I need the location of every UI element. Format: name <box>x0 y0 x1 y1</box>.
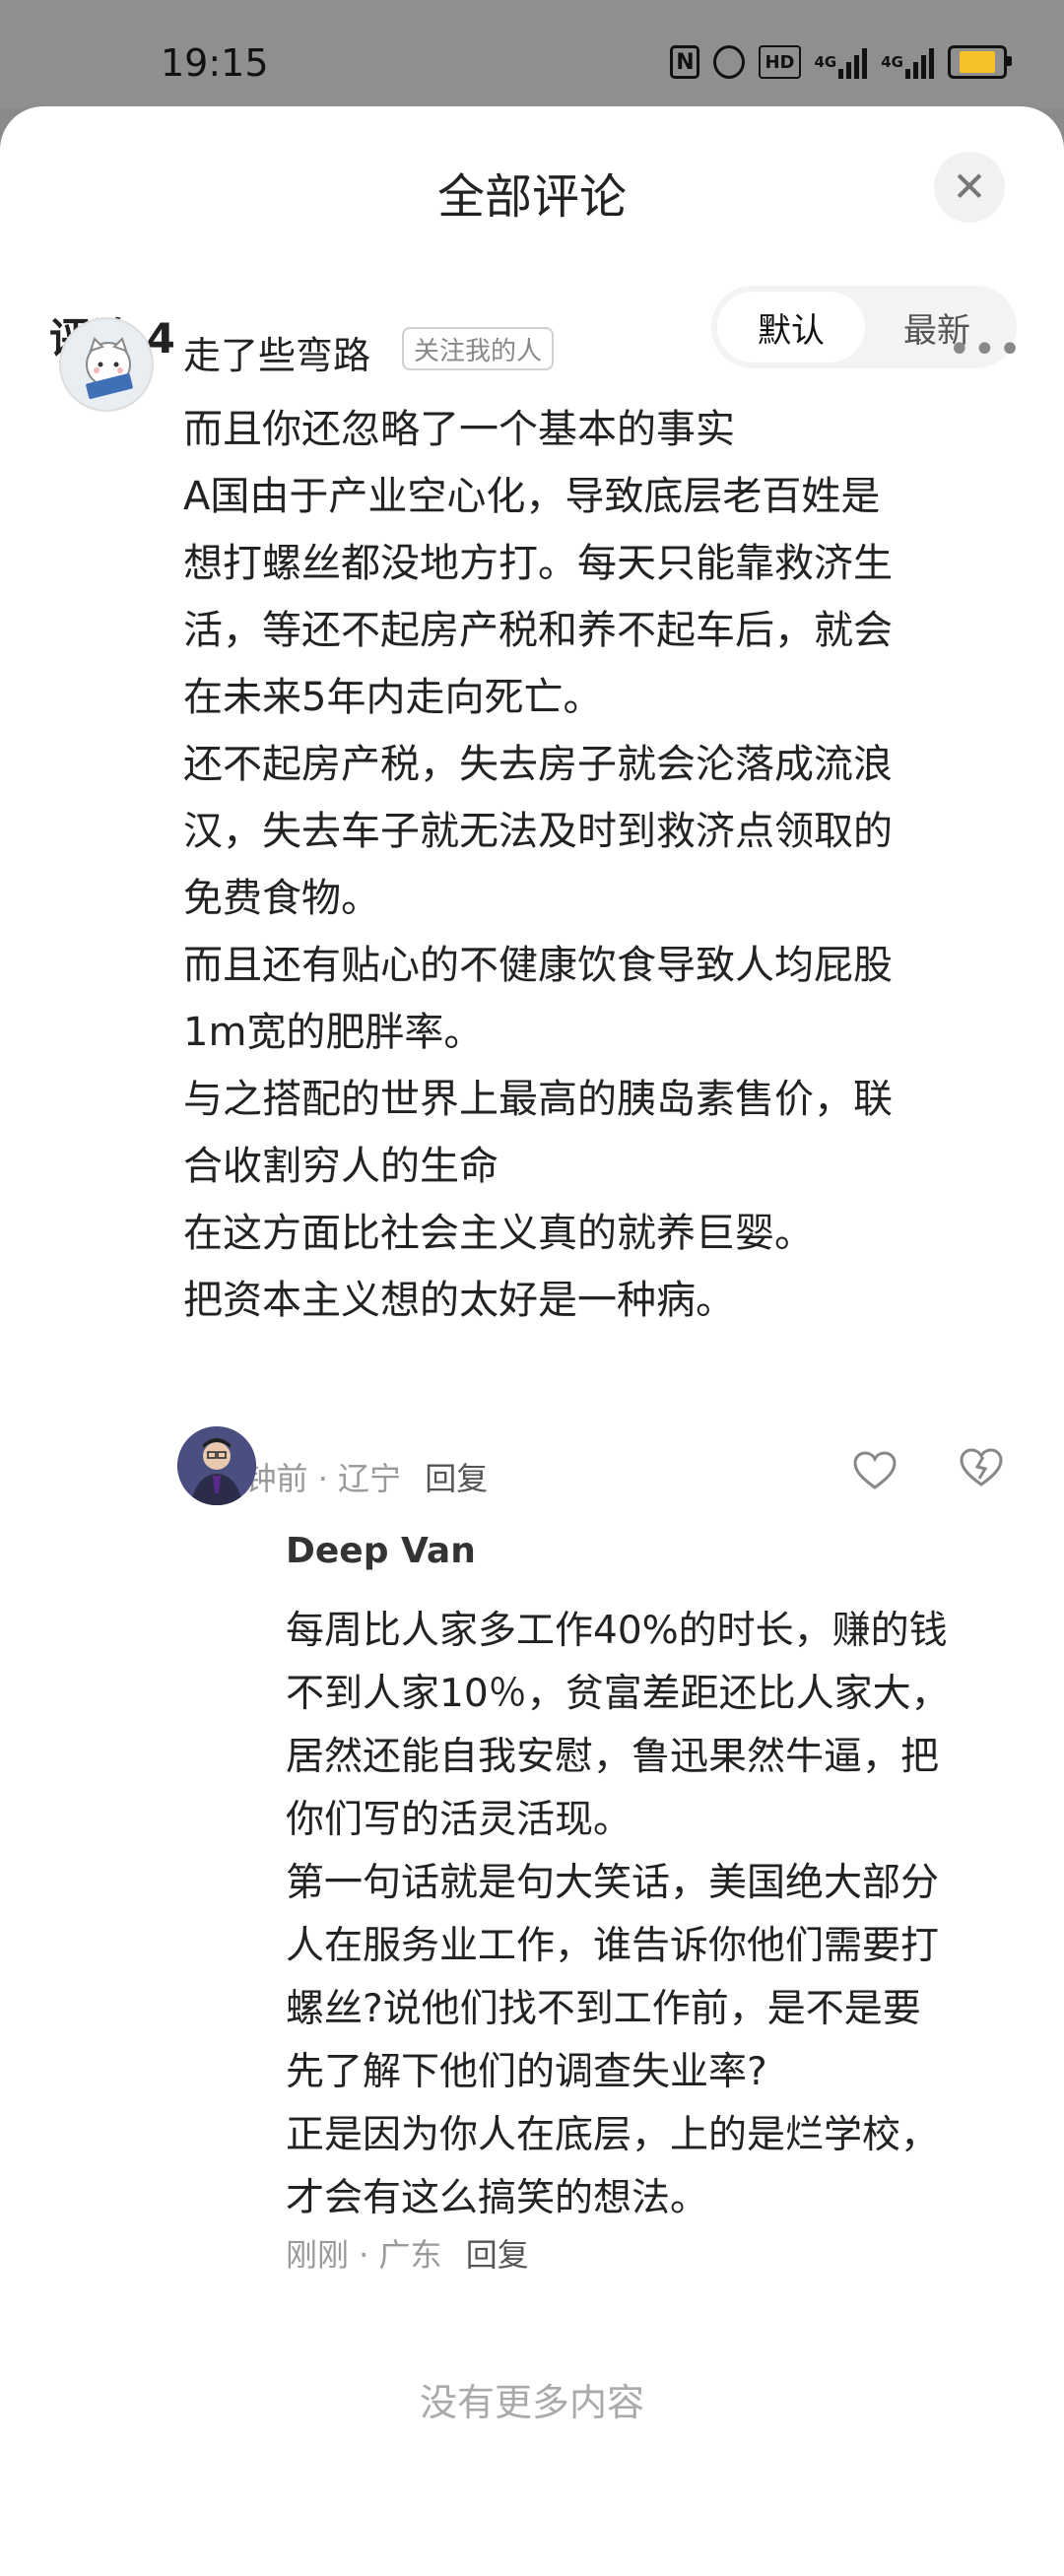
comment-line: 合收割穷人的生命 <box>183 1144 499 1189</box>
reply-line: 螺丝?说他们找不到工作前，是不是要 <box>286 1987 921 2031</box>
signal-4g-icon: 4G <box>815 45 868 79</box>
alarm-icon <box>713 45 746 79</box>
signal-4g-icon: 4G <box>881 45 934 79</box>
comment-line: 活，等还不起房产税和养不起车后，就会 <box>183 608 893 653</box>
status-time: 19:15 <box>161 41 269 85</box>
reply-line: 你们写的活灵活现。 <box>286 1798 632 1842</box>
comment-line: 在这方面比社会主义真的就养巨婴。 <box>183 1211 814 1256</box>
comment-line: 而且你还忽略了一个基本的事实 <box>183 407 735 452</box>
battery-icon <box>948 45 1012 79</box>
close-icon: ✕ <box>952 163 987 211</box>
sort-default-tab[interactable]: 默认 <box>717 292 865 363</box>
reply-line: 才会有这么搞笑的想法。 <box>286 2176 709 2220</box>
reply-button[interactable]: 回复 <box>425 1460 488 1497</box>
reply-time-location: 刚刚 · 广东 <box>286 2236 442 2274</box>
hd-icon: HD <box>759 45 801 79</box>
reply-line: 每周比人家多工作40%的时长，赚的钱 <box>286 1609 948 1653</box>
close-button[interactable]: ✕ <box>934 152 1005 223</box>
sheet-title: 全部评论 <box>436 169 627 225</box>
comment-line: 把资本主义想的太好是一种病。 <box>183 1278 735 1323</box>
comment-line: 而且还有贴心的不健康饮食导致人均屁股 <box>183 943 893 988</box>
dislike-icon[interactable] <box>960 1448 1003 1497</box>
avatar[interactable] <box>59 317 154 412</box>
comment-line: A国由于产业空心化，导致底层老百姓是 <box>183 474 881 519</box>
reply-body: 每周比人家多工作40%的时长，赚的钱 不到人家10％，贫富差距还比人家大， 居然… <box>286 1600 1015 2230</box>
reply-author[interactable]: Deep Van <box>286 1531 476 1571</box>
follower-tag: 关注我的人 <box>402 327 555 370</box>
comment-line: 免费食物。 <box>183 876 380 921</box>
comment-line: 与之搭配的世界上最高的胰岛素售价，联 <box>183 1077 893 1122</box>
status-icons: N HD 4G 4G <box>670 45 1012 79</box>
network-type-label: 4G <box>881 53 903 71</box>
no-more-content: 没有更多内容 <box>419 2381 644 2424</box>
reply-line: 正是因为你人在底层，上的是烂学校， <box>286 2113 940 2157</box>
reply-line: 第一句话就是句大笑话，美国绝大部分 <box>286 1861 940 1905</box>
reply-button[interactable]: 回复 <box>466 2236 529 2274</box>
reply-meta: 刚刚 · 广东 回复 <box>286 2230 529 2276</box>
more-options-icon[interactable]: ••• <box>948 327 1024 372</box>
nfc-icon: N <box>670 45 700 79</box>
comment-line: 在未来5年内走向死亡。 <box>183 675 603 720</box>
comment-author[interactable]: 走了些弯路 <box>183 325 370 379</box>
reply-line: 居然还能自我安慰，鲁迅果然牛逼，把 <box>286 1735 940 1779</box>
network-type-label: 4G <box>814 53 837 71</box>
comment-line: 1m宽的肥胖率。 <box>183 1010 484 1055</box>
comment-line: 还不起房产税，失去房子就会沦落成流浪 <box>183 742 893 787</box>
reply-line: 人在服务业工作，谁告诉你他们需要打 <box>286 1924 940 1968</box>
reply-line: 不到人家10％，贫富差距还比人家大， <box>286 1672 950 1716</box>
comment-body: 而且你还忽略了一个基本的事实 A国由于产业空心化，导致底层老百姓是 想打螺丝都没… <box>183 396 991 1334</box>
comment-line: 想打螺丝都没地方打。每天只能靠救济生 <box>183 541 893 586</box>
like-icon[interactable] <box>853 1448 897 1501</box>
status-bar: 19:15 N HD 4G 4G <box>0 0 1064 108</box>
comment-line: 汉，失去车子就无法及时到救济点领取的 <box>183 809 893 854</box>
avatar[interactable] <box>177 1426 256 1505</box>
reply-line: 先了解下他们的调查失业率? <box>286 2050 767 2094</box>
